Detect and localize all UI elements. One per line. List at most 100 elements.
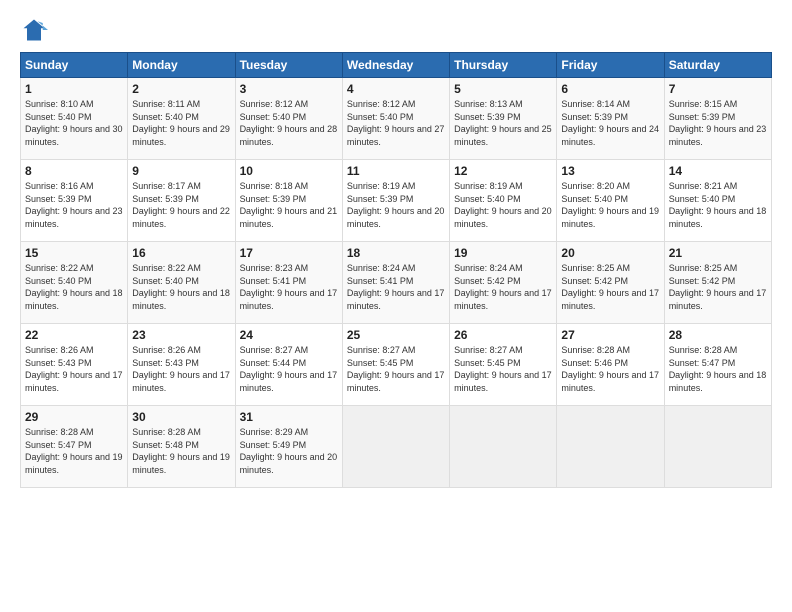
day-cell: 30 Sunrise: 8:28 AMSunset: 5:48 PMDaylig… (128, 406, 235, 488)
logo (20, 16, 52, 44)
header-cell-monday: Monday (128, 53, 235, 78)
day-number: 18 (347, 246, 445, 260)
week-row-5: 29 Sunrise: 8:28 AMSunset: 5:47 PMDaylig… (21, 406, 772, 488)
day-cell: 29 Sunrise: 8:28 AMSunset: 5:47 PMDaylig… (21, 406, 128, 488)
day-cell: 9 Sunrise: 8:17 AMSunset: 5:39 PMDayligh… (128, 160, 235, 242)
day-number: 10 (240, 164, 338, 178)
cell-content: Sunrise: 8:24 AMSunset: 5:41 PMDaylight:… (347, 263, 445, 311)
day-cell: 1 Sunrise: 8:10 AMSunset: 5:40 PMDayligh… (21, 78, 128, 160)
day-number: 30 (132, 410, 230, 424)
day-number: 3 (240, 82, 338, 96)
day-cell: 4 Sunrise: 8:12 AMSunset: 5:40 PMDayligh… (342, 78, 449, 160)
day-cell: 17 Sunrise: 8:23 AMSunset: 5:41 PMDaylig… (235, 242, 342, 324)
day-cell: 31 Sunrise: 8:29 AMSunset: 5:49 PMDaylig… (235, 406, 342, 488)
day-number: 20 (561, 246, 659, 260)
day-cell (450, 406, 557, 488)
day-number: 8 (25, 164, 123, 178)
day-cell: 2 Sunrise: 8:11 AMSunset: 5:40 PMDayligh… (128, 78, 235, 160)
cell-content: Sunrise: 8:28 AMSunset: 5:46 PMDaylight:… (561, 345, 659, 393)
day-cell: 15 Sunrise: 8:22 AMSunset: 5:40 PMDaylig… (21, 242, 128, 324)
cell-content: Sunrise: 8:13 AMSunset: 5:39 PMDaylight:… (454, 99, 552, 147)
cell-content: Sunrise: 8:27 AMSunset: 5:45 PMDaylight:… (347, 345, 445, 393)
calendar-table: SundayMondayTuesdayWednesdayThursdayFrid… (20, 52, 772, 488)
logo-icon (20, 16, 48, 44)
day-number: 12 (454, 164, 552, 178)
cell-content: Sunrise: 8:20 AMSunset: 5:40 PMDaylight:… (561, 181, 659, 229)
cell-content: Sunrise: 8:12 AMSunset: 5:40 PMDaylight:… (347, 99, 445, 147)
cell-content: Sunrise: 8:27 AMSunset: 5:45 PMDaylight:… (454, 345, 552, 393)
header-row: SundayMondayTuesdayWednesdayThursdayFrid… (21, 53, 772, 78)
day-cell: 23 Sunrise: 8:26 AMSunset: 5:43 PMDaylig… (128, 324, 235, 406)
day-number: 5 (454, 82, 552, 96)
day-number: 17 (240, 246, 338, 260)
week-row-1: 1 Sunrise: 8:10 AMSunset: 5:40 PMDayligh… (21, 78, 772, 160)
day-cell: 26 Sunrise: 8:27 AMSunset: 5:45 PMDaylig… (450, 324, 557, 406)
day-cell: 5 Sunrise: 8:13 AMSunset: 5:39 PMDayligh… (450, 78, 557, 160)
cell-content: Sunrise: 8:28 AMSunset: 5:47 PMDaylight:… (669, 345, 767, 393)
week-row-3: 15 Sunrise: 8:22 AMSunset: 5:40 PMDaylig… (21, 242, 772, 324)
day-number: 23 (132, 328, 230, 342)
day-number: 25 (347, 328, 445, 342)
header-cell-friday: Friday (557, 53, 664, 78)
day-number: 19 (454, 246, 552, 260)
day-cell: 18 Sunrise: 8:24 AMSunset: 5:41 PMDaylig… (342, 242, 449, 324)
day-number: 7 (669, 82, 767, 96)
cell-content: Sunrise: 8:25 AMSunset: 5:42 PMDaylight:… (669, 263, 767, 311)
day-cell: 13 Sunrise: 8:20 AMSunset: 5:40 PMDaylig… (557, 160, 664, 242)
day-cell: 12 Sunrise: 8:19 AMSunset: 5:40 PMDaylig… (450, 160, 557, 242)
cell-content: Sunrise: 8:19 AMSunset: 5:40 PMDaylight:… (454, 181, 552, 229)
day-number: 28 (669, 328, 767, 342)
week-row-2: 8 Sunrise: 8:16 AMSunset: 5:39 PMDayligh… (21, 160, 772, 242)
cell-content: Sunrise: 8:25 AMSunset: 5:42 PMDaylight:… (561, 263, 659, 311)
day-number: 26 (454, 328, 552, 342)
day-cell: 11 Sunrise: 8:19 AMSunset: 5:39 PMDaylig… (342, 160, 449, 242)
day-cell: 6 Sunrise: 8:14 AMSunset: 5:39 PMDayligh… (557, 78, 664, 160)
week-row-4: 22 Sunrise: 8:26 AMSunset: 5:43 PMDaylig… (21, 324, 772, 406)
day-cell: 20 Sunrise: 8:25 AMSunset: 5:42 PMDaylig… (557, 242, 664, 324)
cell-content: Sunrise: 8:26 AMSunset: 5:43 PMDaylight:… (132, 345, 230, 393)
cell-content: Sunrise: 8:27 AMSunset: 5:44 PMDaylight:… (240, 345, 338, 393)
day-cell: 28 Sunrise: 8:28 AMSunset: 5:47 PMDaylig… (664, 324, 771, 406)
cell-content: Sunrise: 8:24 AMSunset: 5:42 PMDaylight:… (454, 263, 552, 311)
header-cell-sunday: Sunday (21, 53, 128, 78)
cell-content: Sunrise: 8:12 AMSunset: 5:40 PMDaylight:… (240, 99, 338, 147)
cell-content: Sunrise: 8:11 AMSunset: 5:40 PMDaylight:… (132, 99, 230, 147)
day-number: 15 (25, 246, 123, 260)
page: SundayMondayTuesdayWednesdayThursdayFrid… (0, 0, 792, 612)
day-cell: 25 Sunrise: 8:27 AMSunset: 5:45 PMDaylig… (342, 324, 449, 406)
day-number: 11 (347, 164, 445, 178)
day-number: 16 (132, 246, 230, 260)
day-cell: 21 Sunrise: 8:25 AMSunset: 5:42 PMDaylig… (664, 242, 771, 324)
day-number: 29 (25, 410, 123, 424)
day-number: 9 (132, 164, 230, 178)
day-cell: 27 Sunrise: 8:28 AMSunset: 5:46 PMDaylig… (557, 324, 664, 406)
day-cell (557, 406, 664, 488)
cell-content: Sunrise: 8:28 AMSunset: 5:48 PMDaylight:… (132, 427, 230, 475)
day-number: 22 (25, 328, 123, 342)
header-cell-tuesday: Tuesday (235, 53, 342, 78)
cell-content: Sunrise: 8:29 AMSunset: 5:49 PMDaylight:… (240, 427, 338, 475)
day-cell: 10 Sunrise: 8:18 AMSunset: 5:39 PMDaylig… (235, 160, 342, 242)
cell-content: Sunrise: 8:22 AMSunset: 5:40 PMDaylight:… (132, 263, 230, 311)
cell-content: Sunrise: 8:15 AMSunset: 5:39 PMDaylight:… (669, 99, 767, 147)
day-number: 4 (347, 82, 445, 96)
day-number: 27 (561, 328, 659, 342)
day-cell: 22 Sunrise: 8:26 AMSunset: 5:43 PMDaylig… (21, 324, 128, 406)
day-cell: 7 Sunrise: 8:15 AMSunset: 5:39 PMDayligh… (664, 78, 771, 160)
header-cell-saturday: Saturday (664, 53, 771, 78)
header-cell-wednesday: Wednesday (342, 53, 449, 78)
cell-content: Sunrise: 8:28 AMSunset: 5:47 PMDaylight:… (25, 427, 123, 475)
day-cell (342, 406, 449, 488)
day-number: 2 (132, 82, 230, 96)
cell-content: Sunrise: 8:17 AMSunset: 5:39 PMDaylight:… (132, 181, 230, 229)
cell-content: Sunrise: 8:14 AMSunset: 5:39 PMDaylight:… (561, 99, 659, 147)
day-cell: 14 Sunrise: 8:21 AMSunset: 5:40 PMDaylig… (664, 160, 771, 242)
day-number: 21 (669, 246, 767, 260)
day-cell: 19 Sunrise: 8:24 AMSunset: 5:42 PMDaylig… (450, 242, 557, 324)
cell-content: Sunrise: 8:10 AMSunset: 5:40 PMDaylight:… (25, 99, 123, 147)
day-cell (664, 406, 771, 488)
day-number: 13 (561, 164, 659, 178)
header-cell-thursday: Thursday (450, 53, 557, 78)
day-cell: 16 Sunrise: 8:22 AMSunset: 5:40 PMDaylig… (128, 242, 235, 324)
day-number: 14 (669, 164, 767, 178)
